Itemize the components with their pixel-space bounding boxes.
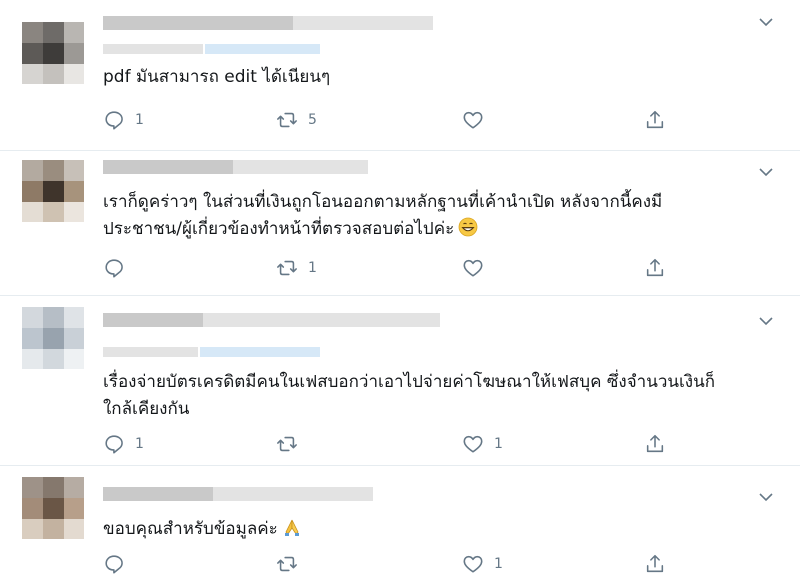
blurred-handle <box>233 160 368 174</box>
retweet-button[interactable]: 5 <box>276 108 317 132</box>
heart-icon <box>463 111 483 129</box>
tweet-text-line: เรื่องจ่ายบัตรเครดิตมีคนในเฟสบอกว่าเอาไป… <box>103 372 716 392</box>
chevron-down-icon[interactable] <box>758 313 774 329</box>
tweet-2: เราก็ดูคร่าวๆ ในส่วนที่เงินถูกโอนออกตามห… <box>0 150 800 296</box>
reply-icon <box>105 111 123 130</box>
retweet-count: 5 <box>308 112 317 128</box>
share-icon <box>646 110 664 129</box>
blurred-username <box>103 313 203 327</box>
tweet-1: pdf มันสามารถ edit ได้เนียนๆ 1 5 <box>0 0 800 151</box>
blurred-handle <box>213 487 373 501</box>
heart-icon <box>463 555 483 573</box>
tweet-text: ขอบคุณสำหรับข้อมูลค่ะ <box>103 516 302 543</box>
chevron-down-icon[interactable] <box>758 164 774 180</box>
blurred-username <box>103 487 213 501</box>
blurred-username <box>103 160 233 174</box>
blurred-handle <box>293 16 433 30</box>
chevron-down-icon[interactable] <box>758 14 774 30</box>
share-button[interactable] <box>644 256 666 280</box>
folded-hands-emoji <box>284 519 299 536</box>
avatar[interactable] <box>22 160 84 222</box>
share-button[interactable] <box>644 432 666 456</box>
like-button[interactable]: 1 <box>462 552 503 576</box>
blurred-reply-to-link <box>200 347 320 357</box>
retweet-icon <box>277 556 297 572</box>
reply-count: 1 <box>135 436 144 452</box>
tweet-text-line: pdf มันสามารถ edit ได้เนียนๆ <box>103 67 331 87</box>
retweet-icon <box>277 260 297 276</box>
tweet-actions: 1 <box>103 256 683 280</box>
tweet-text: เรื่องจ่ายบัตรเครดิตมีคนในเฟสบอกว่าเอาไป… <box>103 369 715 423</box>
tweet-text-line: ใกล้เคียงกัน <box>103 399 190 419</box>
retweet-button[interactable]: 1 <box>276 256 317 280</box>
blurred-reply-to <box>103 44 203 54</box>
blurred-handle <box>203 313 440 327</box>
tweet-text-line: ขอบคุณสำหรับข้อมูลค่ะ <box>103 519 278 539</box>
like-button[interactable]: 1 <box>462 432 503 456</box>
blurred-reply-to-link <box>205 44 320 54</box>
retweet-count: 1 <box>308 260 317 276</box>
avatar[interactable] <box>22 307 84 369</box>
retweet-button[interactable] <box>276 552 308 576</box>
tweet-4: ขอบคุณสำหรับข้อมูลค่ะ 1 <box>0 465 800 580</box>
like-count: 1 <box>494 556 503 572</box>
heart-icon <box>463 435 483 453</box>
tweet-text: เราก็ดูคร่าวๆ ในส่วนที่เงินถูกโอนออกตามห… <box>103 189 662 243</box>
retweet-button[interactable] <box>276 432 308 456</box>
tweet-text-line: เราก็ดูคร่าวๆ ในส่วนที่เงินถูกโอนออกตามห… <box>103 192 663 212</box>
avatar[interactable] <box>22 477 84 539</box>
reply-button[interactable] <box>103 256 135 280</box>
reply-icon <box>105 259 123 278</box>
tweet-actions: 1 <box>103 552 683 576</box>
tweet-text-line: ประชาชน/ผู้เกี่ยวข้องทำหน้าที่ตรวจสอบต่อ… <box>103 219 455 239</box>
reply-button[interactable]: 1 <box>103 108 144 132</box>
tweet-actions: 1 5 <box>103 108 683 132</box>
blurred-reply-to <box>103 347 198 357</box>
retweet-icon <box>277 112 297 128</box>
blurred-username <box>103 16 293 30</box>
reply-icon <box>105 435 123 454</box>
reply-count: 1 <box>135 112 144 128</box>
tweet-text: pdf มันสามารถ edit ได้เนียนๆ <box>103 64 330 91</box>
share-icon <box>646 554 664 573</box>
tweet-3: เรื่องจ่ายบัตรเครดิตมีคนในเฟสบอกว่าเอาไป… <box>0 295 800 466</box>
like-button[interactable] <box>462 108 494 132</box>
grinning-face-emoji <box>458 217 478 237</box>
like-count: 1 <box>494 436 503 452</box>
heart-icon <box>463 259 483 277</box>
like-button[interactable] <box>462 256 494 280</box>
share-icon <box>646 434 664 453</box>
share-button[interactable] <box>644 108 666 132</box>
reply-button[interactable] <box>103 552 135 576</box>
retweet-icon <box>277 436 297 452</box>
avatar[interactable] <box>22 22 84 84</box>
tweet-actions: 1 1 <box>103 432 683 456</box>
chevron-down-icon[interactable] <box>758 489 774 505</box>
share-icon <box>646 258 664 277</box>
reply-button[interactable]: 1 <box>103 432 144 456</box>
share-button[interactable] <box>644 552 666 576</box>
reply-icon <box>105 555 123 574</box>
